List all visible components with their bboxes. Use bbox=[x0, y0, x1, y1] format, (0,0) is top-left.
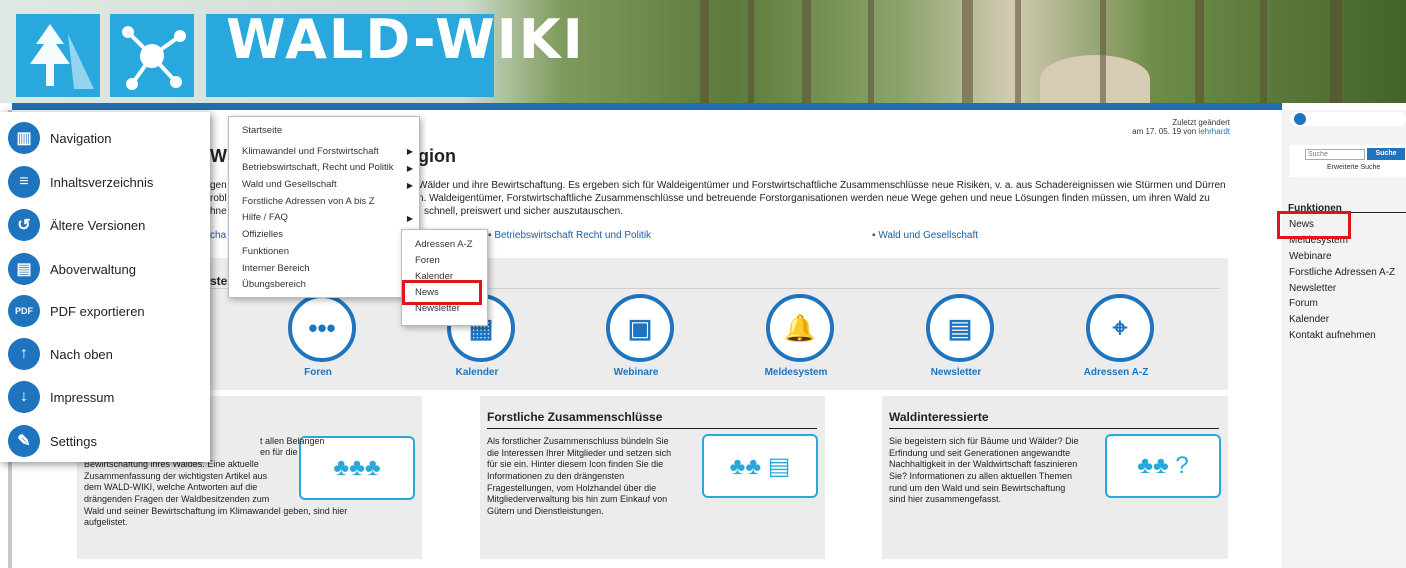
header-banner: WALD-WIKI bbox=[0, 0, 1406, 103]
chevron-right-icon: ▶ bbox=[406, 147, 413, 156]
sidebar-item-forum[interactable]: Forum bbox=[1289, 298, 1318, 309]
topic-link-betriebswirtschaft[interactable]: ▪ Betriebswirtschaft Recht und Politik bbox=[488, 230, 651, 241]
webinar-function-icon[interactable]: ▣ bbox=[606, 294, 674, 362]
topic-link-klimawandel[interactable]: cha bbox=[210, 230, 226, 241]
dropdown-item-startseite[interactable]: Startseite bbox=[242, 125, 282, 136]
versions-menu-item[interactable]: ↺ Ältere Versionen bbox=[8, 209, 145, 241]
arrow-down-icon: ↓ bbox=[8, 381, 40, 413]
dropdown-item-adressen[interactable]: Forstliche Adressen von A bis Z bbox=[242, 196, 375, 207]
dropdown-item-offizielles[interactable]: Offizielles bbox=[242, 229, 283, 240]
card-waldinteressierte: Waldinteressierte ♣♣ ? Sie begeistern si… bbox=[882, 396, 1228, 559]
pdf-export-menu-item[interactable]: PDF PDF exportieren bbox=[8, 295, 145, 327]
header-band bbox=[12, 103, 1282, 110]
aboverwaltung-menu-item[interactable]: ▤ Aboverwaltung bbox=[8, 253, 136, 285]
news-highlight-box bbox=[1277, 211, 1351, 239]
impressum-menu-item[interactable]: ↓ Impressum bbox=[8, 381, 114, 413]
foren-function-label[interactable]: Foren bbox=[268, 367, 368, 378]
newsletter-function-icon[interactable]: ▤ bbox=[926, 294, 994, 362]
last-modified: Zuletzt geändert am 17. 05. 19 von lehrh… bbox=[1132, 118, 1230, 136]
subscription-icon: ▤ bbox=[8, 253, 40, 285]
card-forstliche-zusammenschluesse: Forstliche Zusammenschlüsse ♣♣ ▤ Als for… bbox=[480, 396, 825, 559]
sidebar-item-webinare[interactable]: Webinare bbox=[1289, 251, 1332, 262]
kalender-function-label[interactable]: Kalender bbox=[427, 367, 527, 378]
advanced-search-link[interactable]: Erweiterte Suche bbox=[1327, 164, 1380, 171]
chevron-right-icon: ▶ bbox=[406, 214, 413, 223]
sidebar-item-kontakt[interactable]: Kontakt aufnehmen bbox=[1289, 330, 1376, 341]
tree-logo-icon bbox=[16, 14, 100, 97]
dropdown-item-gesellschaft[interactable]: Wald und Gesellschaft bbox=[242, 179, 412, 190]
list-icon: ≡ bbox=[8, 166, 40, 198]
last-modified-user-link[interactable]: lehrhardt bbox=[1198, 127, 1230, 136]
dropdown-item-betriebswirtschaft[interactable]: Betriebswirtschaft, Recht und Politik bbox=[242, 162, 412, 173]
topic-link-gesellschaft[interactable]: ▪ Wald und Gesellschaft bbox=[872, 230, 978, 241]
nach-oben-menu-item[interactable]: ↑ Nach oben bbox=[8, 338, 113, 370]
network-logo-icon bbox=[110, 14, 194, 97]
submenu-item-adressen[interactable]: Adressen A-Z bbox=[415, 239, 473, 250]
submenu-item-foren[interactable]: Foren bbox=[415, 255, 440, 266]
webinare-function-label[interactable]: Webinare bbox=[586, 367, 686, 378]
map-pin-function-icon[interactable]: ⌖ bbox=[1086, 294, 1154, 362]
side-tool-menu: ▥ Navigation ≡ Inhaltsverzeichnis ↺ Ältere … bbox=[0, 112, 210, 462]
books-icon: ▥ bbox=[8, 122, 40, 154]
section-heading-fragment: ste bbox=[210, 274, 228, 288]
navigation-dropdown: Startseite Klimawandel und Forstwirtscha… bbox=[228, 116, 420, 298]
card-title: Forstliche Zusammenschlüsse bbox=[487, 410, 663, 424]
bell-function-icon[interactable]: 🔔 bbox=[766, 294, 834, 362]
sidebar-item-adressen[interactable]: Forstliche Adressen A-Z bbox=[1289, 267, 1395, 278]
pdf-icon: PDF bbox=[8, 295, 40, 327]
dropdown-item-intern[interactable]: Interner Bereich bbox=[242, 263, 310, 274]
forest-question-icon[interactable]: ♣♣ ? bbox=[1105, 434, 1221, 498]
user-icon[interactable] bbox=[1294, 113, 1306, 125]
forest-path bbox=[1040, 55, 1150, 103]
dropdown-item-uebung[interactable]: Übungsbereich bbox=[242, 279, 306, 290]
settings-menu-item[interactable]: ✎ Settings bbox=[8, 425, 97, 457]
wrench-icon: ✎ bbox=[8, 425, 40, 457]
dropdown-item-hilfe[interactable]: Hilfe / FAQ bbox=[242, 212, 412, 223]
meldesystem-function-label[interactable]: Meldesystem bbox=[746, 367, 846, 378]
adressen-function-label[interactable]: Adressen A-Z bbox=[1066, 367, 1166, 378]
sidebar-item-newsletter[interactable]: Newsletter bbox=[1289, 283, 1336, 294]
newsletter-function-label[interactable]: Newsletter bbox=[906, 367, 1006, 378]
arrow-up-icon: ↑ bbox=[8, 338, 40, 370]
site-logo-text[interactable]: WALD-WIKI bbox=[226, 8, 585, 71]
chevron-right-icon: ▶ bbox=[406, 164, 413, 173]
search-button[interactable]: Suche bbox=[1367, 148, 1405, 160]
inhaltsverzeichnis-menu-item[interactable]: ≡ Inhaltsverzeichnis bbox=[8, 166, 153, 198]
funktionen-submenu: Adressen A-Z Foren Kalender News Newslet… bbox=[401, 229, 488, 326]
dropdown-item-klimawandel[interactable]: Klimawandel und Forstwirtschaft bbox=[242, 146, 412, 157]
card-title: Waldinteressierte bbox=[889, 410, 989, 424]
forest-newspaper-icon[interactable]: ♣♣ ▤ bbox=[702, 434, 818, 498]
history-icon: ↺ bbox=[8, 209, 40, 241]
foren-function-icon[interactable]: ••• bbox=[288, 294, 356, 362]
dropdown-item-funktionen[interactable]: Funktionen bbox=[242, 246, 289, 257]
user-bar bbox=[1290, 112, 1406, 126]
submenu-news-highlight-box bbox=[402, 280, 482, 305]
search-input[interactable] bbox=[1305, 149, 1365, 160]
sidebar-item-kalender[interactable]: Kalender bbox=[1289, 314, 1329, 325]
chevron-right-icon: ▶ bbox=[406, 181, 413, 190]
navigation-menu-item[interactable]: ▥ Navigation bbox=[8, 122, 111, 154]
page-title-fragment-right: gion bbox=[418, 146, 456, 166]
